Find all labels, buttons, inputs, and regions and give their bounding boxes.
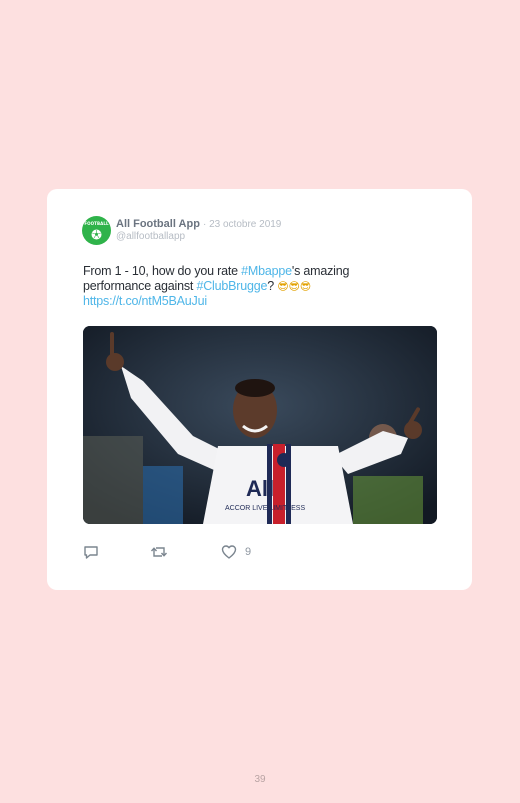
reply-icon: [84, 546, 98, 559]
hashtag-clubbrugge[interactable]: #ClubBrugge: [196, 279, 267, 293]
author-block: All Football App · 23 octobre 2019 @allf…: [116, 219, 281, 242]
tweet-text: From 1 - 10, how do you rate #Mbappe's a…: [83, 264, 403, 309]
like-count: 9: [245, 546, 252, 558]
hashtag-mbappe[interactable]: #Mbappe: [241, 264, 292, 278]
author-handle[interactable]: @allfootballapp: [116, 232, 281, 242]
author-name[interactable]: All Football App: [116, 218, 200, 230]
like-button[interactable]: 9: [221, 544, 251, 560]
soccer-ball-icon: [91, 229, 102, 240]
tweet-photo[interactable]: All ACCOR LIVE LIMITLESS: [83, 326, 437, 524]
page-number: 39: [254, 774, 266, 785]
svg-text:ACCOR LIVE LIMITLESS: ACCOR LIVE LIMITLESS: [225, 505, 305, 512]
heart-icon: [221, 545, 237, 559]
tweet-text-part: From 1 - 10, how do you rate: [83, 264, 242, 278]
sunglasses-emoji: 😎😎😎: [277, 280, 312, 293]
svg-text:All: All: [246, 476, 274, 501]
tweet-header: FOOTBALL All Football App · 23 octobre 2…: [82, 216, 281, 245]
reply-button[interactable]: [83, 544, 99, 560]
tweet-date[interactable]: · 23 octobre 2019: [203, 219, 281, 230]
tweet-actions: 9: [83, 544, 251, 560]
retweet-button[interactable]: [150, 544, 168, 560]
player-photo: All ACCOR LIVE LIMITLESS: [83, 326, 437, 524]
tweet-text-part: ?: [267, 279, 278, 293]
retweet-icon: [150, 547, 168, 557]
avatar[interactable]: FOOTBALL: [82, 216, 111, 245]
avatar-label: FOOTBALL: [84, 221, 109, 226]
tweet-card: FOOTBALL All Football App · 23 octobre 2…: [47, 189, 472, 590]
tweet-link[interactable]: https://t.co/ntM5BAuJui: [83, 294, 403, 309]
